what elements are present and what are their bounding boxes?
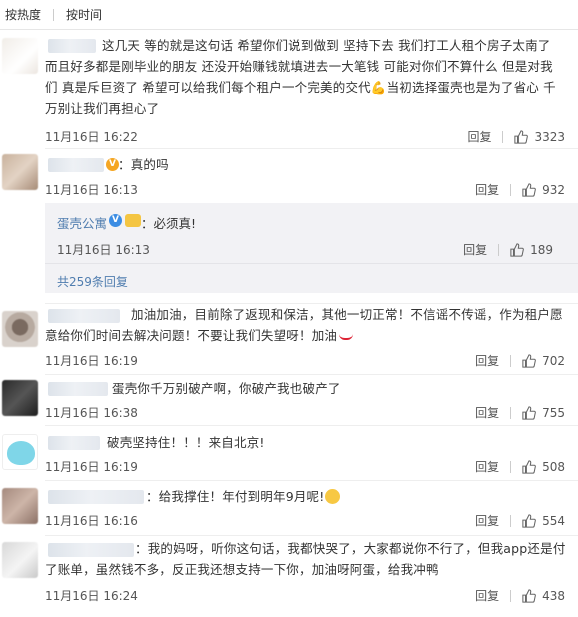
comment-text: ：真的吗 [118, 157, 169, 172]
reply-inner-divider [45, 263, 578, 264]
thumbs-up-icon[interactable] [522, 182, 536, 197]
reply-thread: 蛋壳公寓 V ：必须真! 11月16日 16:13 回复 189 共259条回复 [45, 203, 578, 293]
comment-divider [45, 535, 578, 536]
reply-text: ：必须真! [141, 216, 197, 231]
avatar[interactable] [2, 154, 38, 190]
like-count: 755 [542, 405, 565, 420]
comment-time: 11月16日 16:38 [45, 406, 138, 420]
thumbs-up-icon[interactable] [514, 129, 529, 144]
reply-button[interactable]: 回复 [463, 241, 487, 258]
reply-button[interactable]: 回复 [475, 458, 499, 475]
comment-actions: 回复 932 [475, 181, 565, 198]
comment-actions: 回复 438 [475, 587, 565, 604]
comment-actions: 回复 702 [475, 352, 565, 369]
thumbs-up-icon[interactable] [522, 588, 536, 603]
avatar[interactable] [2, 488, 38, 524]
comment-time: 11月16日 16:16 [45, 514, 138, 528]
like-count: 932 [542, 182, 565, 197]
reply-time: 11月16日 16:13 [57, 243, 150, 257]
comment-time: 11月16日 16:22 [45, 130, 138, 144]
view-more-replies-link[interactable]: 共259条回复 [57, 273, 128, 290]
like-count: 554 [542, 513, 565, 528]
comment-divider [45, 480, 578, 481]
action-separator [502, 130, 504, 143]
comment-divider [45, 374, 578, 375]
cheer-emoji-icon [339, 330, 354, 340]
username-blurred[interactable] [48, 158, 104, 172]
comment-time: 11月16日 16:13 [45, 183, 138, 197]
action-separator [510, 514, 512, 527]
comment-divider [45, 148, 578, 149]
comment-divider [45, 425, 578, 426]
comment-time: 11月16日 16:19 [45, 460, 138, 474]
thumbs-up-icon[interactable] [522, 513, 536, 528]
sort-separator [53, 8, 55, 21]
thumbs-up-icon[interactable] [510, 242, 524, 257]
like-count: 508 [542, 459, 565, 474]
avatar[interactable] [2, 380, 38, 416]
comment-text: 加油加油，目前除了返现和保洁，其他一切正常！不信谣不传谣，作为租户愿意给你们时间… [45, 307, 563, 343]
thumbs-up-icon[interactable] [522, 353, 536, 368]
member-badge-icon [125, 214, 141, 227]
username-blurred[interactable] [48, 436, 100, 450]
avatar[interactable] [2, 542, 38, 578]
reply-button[interactable]: 回复 [467, 128, 491, 145]
reply-button[interactable]: 回复 [475, 352, 499, 369]
comment-actions: 回复 554 [475, 512, 565, 529]
reply-author[interactable]: 蛋壳公寓 [57, 213, 107, 232]
reply-button[interactable]: 回复 [475, 587, 499, 604]
reply-button[interactable]: 回复 [475, 181, 499, 198]
reply-actions: 回复 189 [463, 241, 553, 258]
comment-actions: 回复 3323 [467, 128, 565, 145]
thumbs-up-icon[interactable] [522, 405, 536, 420]
action-separator [510, 183, 512, 196]
avatar[interactable] [2, 311, 38, 347]
comment-text: ：给我撑住！年付到明年9月呢! [146, 486, 566, 507]
action-separator [510, 589, 512, 602]
comment-text: 破壳坚持住！！！来自北京! [107, 435, 265, 450]
comment-actions: 回复 508 [475, 458, 565, 475]
comment-text: 这几天 等的就是这句话 希望你们说到做到 坚持下去 我们打工人租个房子太南了 而… [45, 38, 556, 116]
action-separator [510, 406, 512, 419]
thumbs-up-icon[interactable] [522, 459, 536, 474]
action-separator [510, 460, 512, 473]
comment-actions: 回复 755 [475, 404, 565, 421]
username-blurred[interactable] [48, 382, 108, 396]
comment-text: 蛋壳你千万别破产啊，你破产我也破产了 [112, 381, 341, 396]
comment-time: 11月16日 16:24 [45, 589, 138, 603]
action-separator [498, 243, 500, 256]
avatar[interactable] [2, 38, 38, 74]
sort-by-time-tab[interactable]: 按时间 [66, 6, 102, 23]
like-count: 3323 [534, 129, 565, 144]
egg-shell-logo-icon [7, 441, 35, 465]
avatar-logo[interactable] [2, 434, 38, 470]
reply-button[interactable]: 回复 [475, 404, 499, 421]
thinking-emoji-icon [325, 489, 341, 504]
reply-button[interactable]: 回复 [475, 512, 499, 529]
like-count: 438 [542, 588, 565, 603]
like-count: 189 [530, 242, 553, 257]
action-separator [510, 354, 512, 367]
comment-text: ：我的妈呀，听你这句话，我都快哭了，大家都说你不行了，但我app还是付了账单，虽… [45, 541, 566, 577]
sort-by-hot-tab[interactable]: 按热度 [5, 6, 41, 23]
like-count: 702 [542, 353, 565, 368]
sort-bar: 按热度 按时间 [0, 0, 578, 30]
username-blurred[interactable] [48, 490, 144, 504]
verified-badge-icon: V [109, 214, 122, 227]
comment-time: 11月16日 16:19 [45, 354, 138, 368]
